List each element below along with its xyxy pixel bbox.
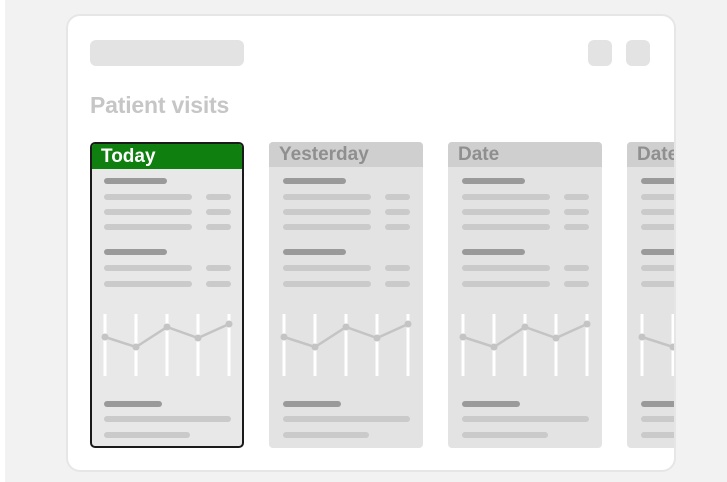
mini-chart-placeholder [101,314,233,376]
chart-point [132,343,140,351]
chart-bar [640,314,644,376]
chart-bar [523,314,527,376]
chart-bar [103,314,107,376]
chart-bar [375,314,379,376]
chart-point [638,333,646,341]
chart-point [280,333,288,341]
chart-point [490,343,498,351]
card-content [92,144,242,446]
chart-bar [165,314,169,376]
visit-cards: Today Yesterday Date Date [90,140,674,450]
window-button-2[interactable] [626,40,650,66]
app-window: Patient visits Today Yesterday Date Date [66,14,676,472]
card-content [448,142,602,448]
chart-line [641,335,674,349]
card-content [627,142,674,448]
chart-bar [344,314,348,376]
visit-card-today[interactable]: Today [90,142,244,448]
mini-chart-placeholder [638,314,674,376]
chart-point [194,334,202,342]
chart-point [163,323,171,331]
mini-chart-placeholder [459,314,591,376]
chart-point [373,334,381,342]
visit-card-date[interactable]: Date [448,142,602,448]
mini-chart-placeholder [280,314,412,376]
page-title: Patient visits [90,92,230,118]
chart-bar [196,314,200,376]
chart-point [101,333,109,341]
chart-point [583,320,591,328]
visit-card-yesterday[interactable]: Yesterday [269,142,423,448]
title-placeholder [90,40,244,66]
chart-point [459,333,467,341]
chart-point [669,343,674,351]
chart-point [404,320,412,328]
chart-point [311,343,319,351]
visit-card-date-partial[interactable]: Date [627,142,674,448]
window-button-1[interactable] [588,40,612,66]
chart-bar [554,314,558,376]
chart-point [521,323,529,331]
chart-point [552,334,560,342]
chart-point [342,323,350,331]
chart-bar [282,314,286,376]
card-content [269,142,423,448]
chart-point [225,320,233,328]
chart-bar [461,314,465,376]
